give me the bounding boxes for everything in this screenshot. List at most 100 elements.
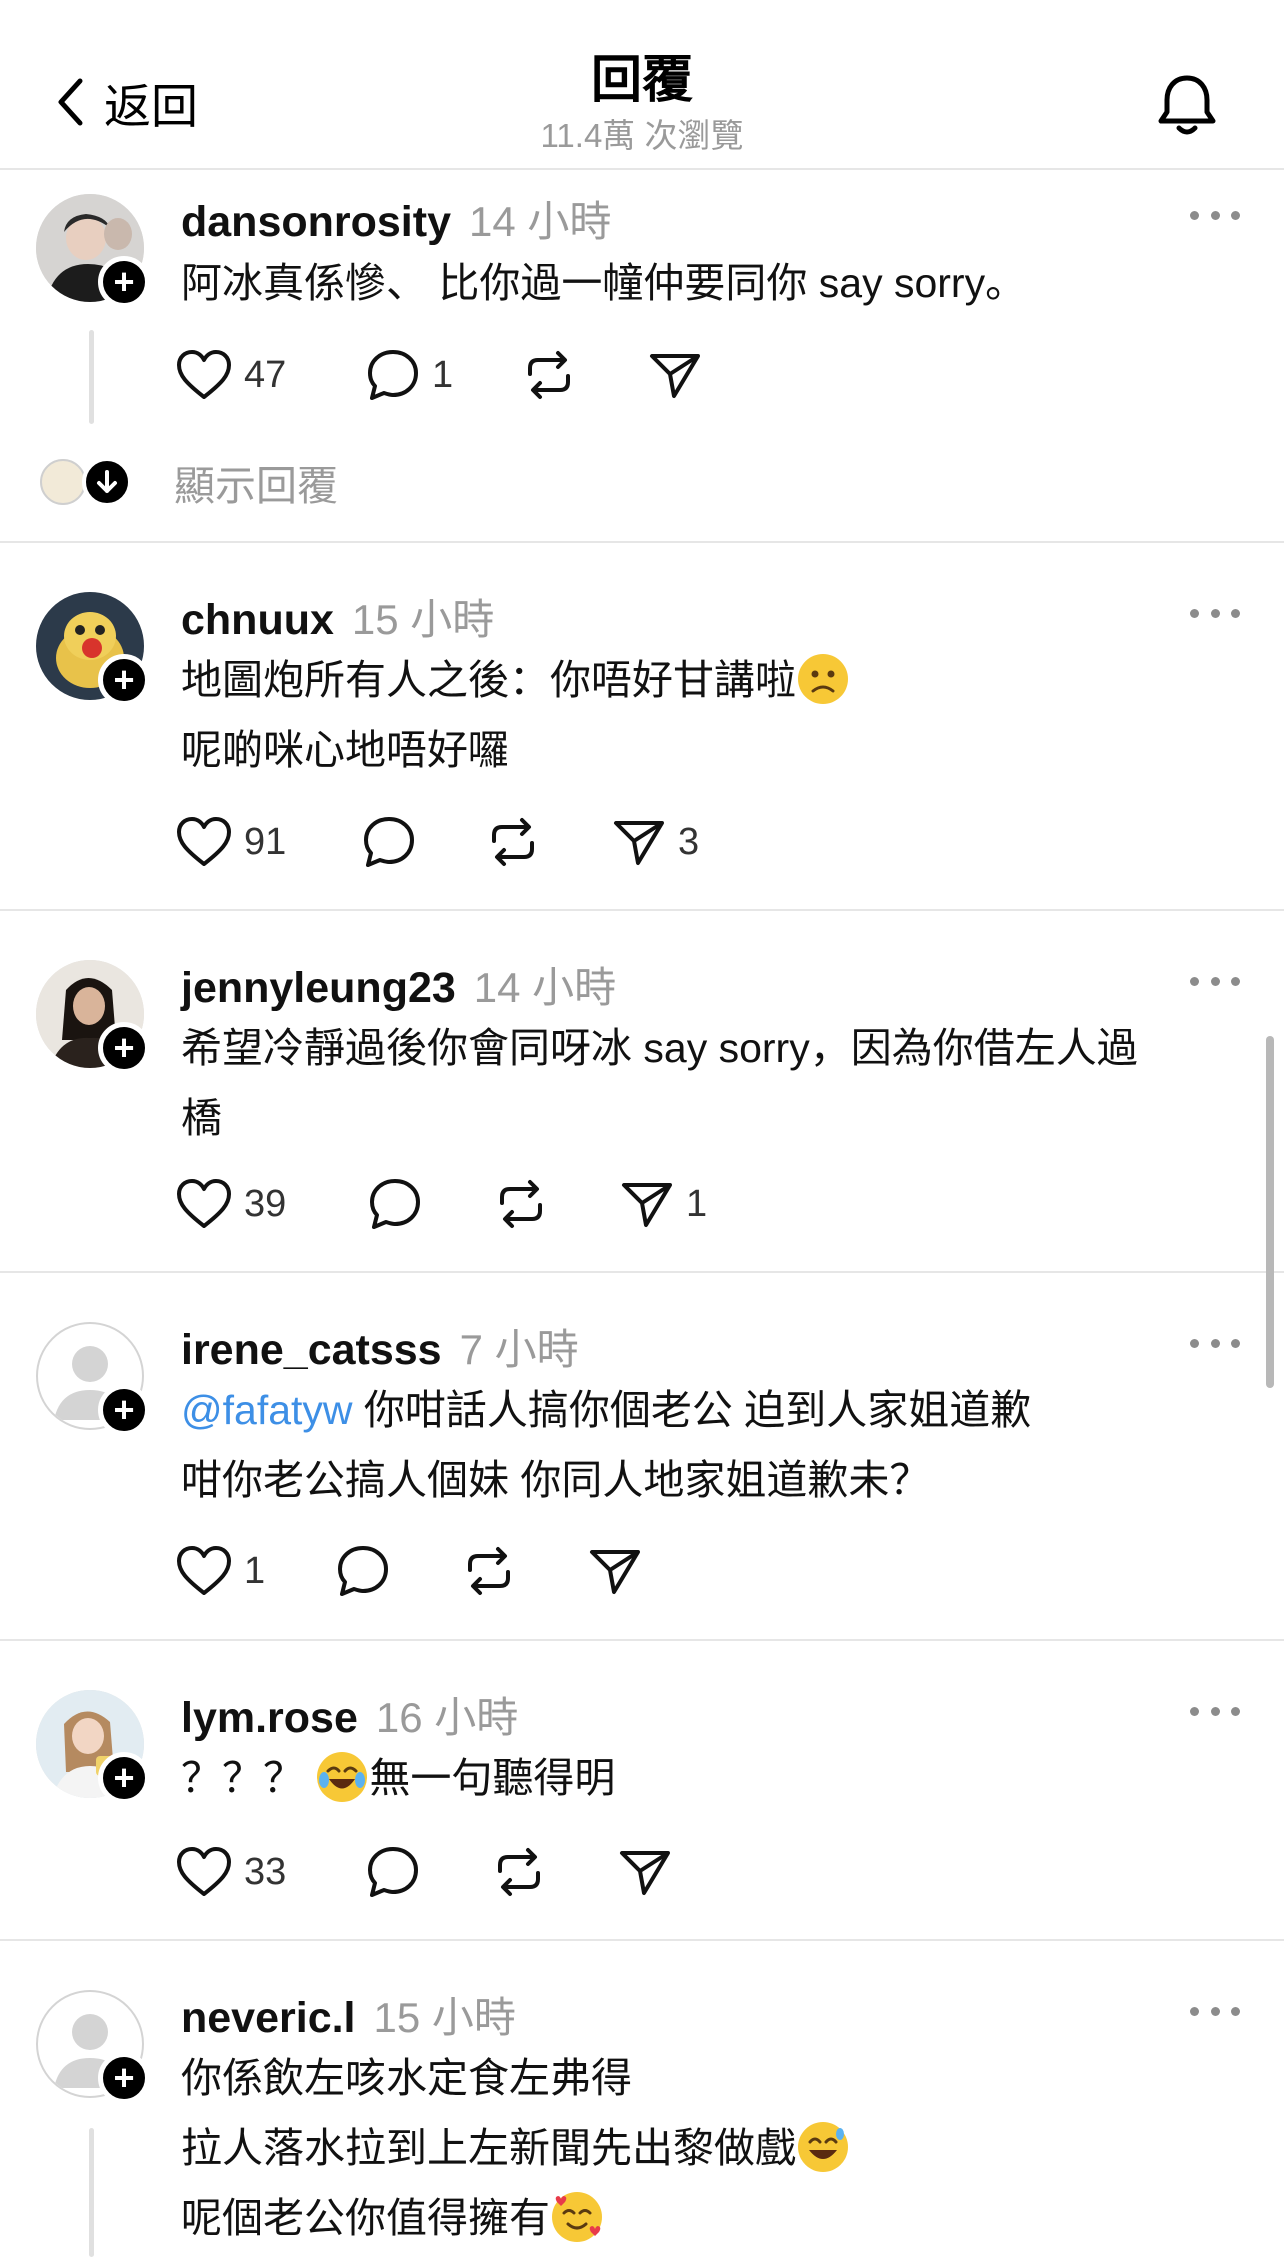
like-count: 39 (244, 1182, 287, 1225)
repost-button[interactable] (492, 1842, 546, 1902)
divider (0, 1271, 1284, 1273)
share-button[interactable] (588, 1541, 642, 1601)
share-button[interactable] (618, 1842, 672, 1902)
comment-meta: chnuux 15 小時 (181, 586, 494, 645)
comment-line: 你係飲左咳水定食左弗得 (181, 2055, 632, 2101)
divider (0, 541, 1284, 543)
username[interactable]: neveric.l (181, 1994, 356, 2043)
reply-button[interactable] (368, 1174, 422, 1234)
repost-button[interactable] (494, 1174, 548, 1234)
comment-text: @fafatyw 你咁話人搞你個老公 迫到人家姐道歉 咁你老公搞人個妹 你同人地… (181, 1375, 1251, 1515)
repost-icon (498, 1848, 540, 1896)
username[interactable]: chnuux (181, 596, 334, 645)
follow-button[interactable]: + (98, 256, 150, 308)
reply-avatar (40, 459, 86, 505)
follow-button[interactable]: + (98, 1752, 150, 1804)
reply-button[interactable]: 1 (366, 345, 453, 405)
tears-of-joy-emoji-icon (317, 1752, 368, 1802)
more-options-button[interactable] (1190, 1999, 1240, 2023)
avatar[interactable]: + (36, 960, 150, 1074)
avatar[interactable]: + (36, 194, 150, 308)
avatar[interactable]: + (36, 1322, 150, 1436)
username[interactable]: irene_catsss (181, 1326, 442, 1375)
like-count: 91 (244, 820, 287, 863)
comment-bubble-icon (368, 1847, 418, 1897)
like-button[interactable]: 91 (176, 812, 286, 872)
comment-text: 希望冷靜過後你會同呀冰 say sorry，因為你借左人過 橋 (181, 1013, 1251, 1153)
more-options-button[interactable] (1190, 1699, 1240, 1723)
comment-text: 你係飲左咳水定食左弗得 拉人落水拉到上左新聞先出黎做戲 呢個老公你值得擁有 (181, 2043, 1251, 2253)
arrow-down-icon (82, 457, 132, 507)
repost-button[interactable] (486, 812, 540, 872)
scrollbar[interactable] (1266, 1036, 1274, 1388)
repost-icon (492, 818, 534, 866)
avatar[interactable]: + (36, 1990, 150, 2104)
comment-meta: jennyleung23 14 小時 (181, 954, 616, 1013)
show-replies-label: 顯示回覆 (174, 463, 338, 509)
send-icon (650, 354, 700, 398)
follow-button[interactable]: + (98, 654, 150, 706)
like-button[interactable]: 47 (176, 345, 286, 405)
comment-line: 呢啲咪心地唔好囉 (181, 727, 509, 773)
show-replies-button[interactable]: 顯示回覆 (40, 452, 338, 512)
smiling-face-with-hearts-emoji-icon (552, 2192, 602, 2242)
timestamp: 16 小時 (375, 1694, 519, 1741)
more-options-button[interactable] (1190, 969, 1240, 993)
share-button[interactable]: 1 (620, 1174, 707, 1234)
reply-button[interactable] (366, 1842, 420, 1902)
send-icon (622, 1183, 672, 1227)
grinning-sweat-emoji-icon (798, 2122, 848, 2172)
comment-text: 地圖炮所有人之後：你唔好甘講啦 呢啲咪心地唔好囉 (181, 645, 1251, 785)
more-options-button[interactable] (1190, 601, 1240, 625)
timestamp: 14 小時 (473, 964, 617, 1011)
like-button[interactable]: 33 (176, 1842, 286, 1902)
share-button[interactable]: 3 (612, 812, 699, 872)
heart-icon (177, 1179, 231, 1228)
divider (0, 909, 1284, 911)
comment-line: 地圖炮所有人之後：你唔好甘講啦 (181, 657, 796, 703)
share-count: 1 (686, 1182, 708, 1225)
more-options-button[interactable] (1190, 1331, 1240, 1355)
username[interactable]: lym.rose (181, 1694, 358, 1743)
follow-button[interactable]: + (98, 1022, 150, 1074)
mention-link[interactable]: @fafatyw (181, 1387, 353, 1433)
comment-text: 阿冰真係慘、 比你過一幢仲要同你 say sorry。 (181, 248, 1251, 318)
repost-button[interactable] (522, 345, 576, 405)
repost-button[interactable] (462, 1541, 516, 1601)
timestamp: 14 小時 (469, 198, 612, 245)
reply-button[interactable] (336, 1541, 390, 1601)
timestamp: 15 小時 (351, 596, 495, 643)
bell-icon[interactable] (1152, 70, 1222, 140)
comment-line: 橋 (181, 1095, 222, 1141)
comment-line: 希望冷靜過後你會同呀冰 say sorry，因為你借左人過 (181, 1025, 1138, 1071)
comment-line: 無一句聽得明 (369, 1755, 616, 1801)
like-button[interactable]: 1 (176, 1541, 265, 1601)
page-title: 回覆 (590, 51, 693, 108)
username[interactable]: dansonrosity (181, 198, 451, 247)
like-button[interactable]: 39 (176, 1174, 286, 1234)
comment-line: 呢個老公你值得擁有 (181, 2195, 550, 2241)
share-count: 3 (678, 820, 700, 863)
heart-icon (177, 817, 231, 866)
avatar[interactable]: + (36, 1690, 150, 1804)
thread-line (89, 2128, 94, 2257)
repost-icon (468, 1547, 510, 1595)
heart-icon (177, 1546, 231, 1595)
top-bar: 返回 回覆 11.4萬 次瀏覽 (0, 0, 1284, 170)
comment-bubble-icon (364, 817, 414, 867)
username[interactable]: jennyleung23 (181, 964, 456, 1013)
comment-line: 你咁話人搞你個老公 迫到人家姐道歉 (352, 1387, 1032, 1433)
follow-button[interactable]: + (98, 1384, 150, 1436)
avatar[interactable]: + (36, 592, 150, 706)
comment-line: 拉人落水拉到上左新聞先出黎做戲 (181, 2125, 796, 2171)
heart-icon (177, 1847, 231, 1896)
comment-meta: lym.rose 16 小時 (181, 1684, 518, 1743)
thread-line (89, 330, 94, 424)
follow-button[interactable]: + (98, 2052, 150, 2104)
like-count: 1 (244, 1549, 266, 1592)
comment-meta: dansonrosity 14 小時 (181, 188, 611, 247)
comment-line: 阿冰真係慘、 比你過一幢仲要同你 say sorry。 (181, 260, 1027, 306)
share-button[interactable] (648, 345, 702, 405)
reply-button[interactable] (362, 812, 416, 872)
more-options-button[interactable] (1190, 203, 1240, 227)
